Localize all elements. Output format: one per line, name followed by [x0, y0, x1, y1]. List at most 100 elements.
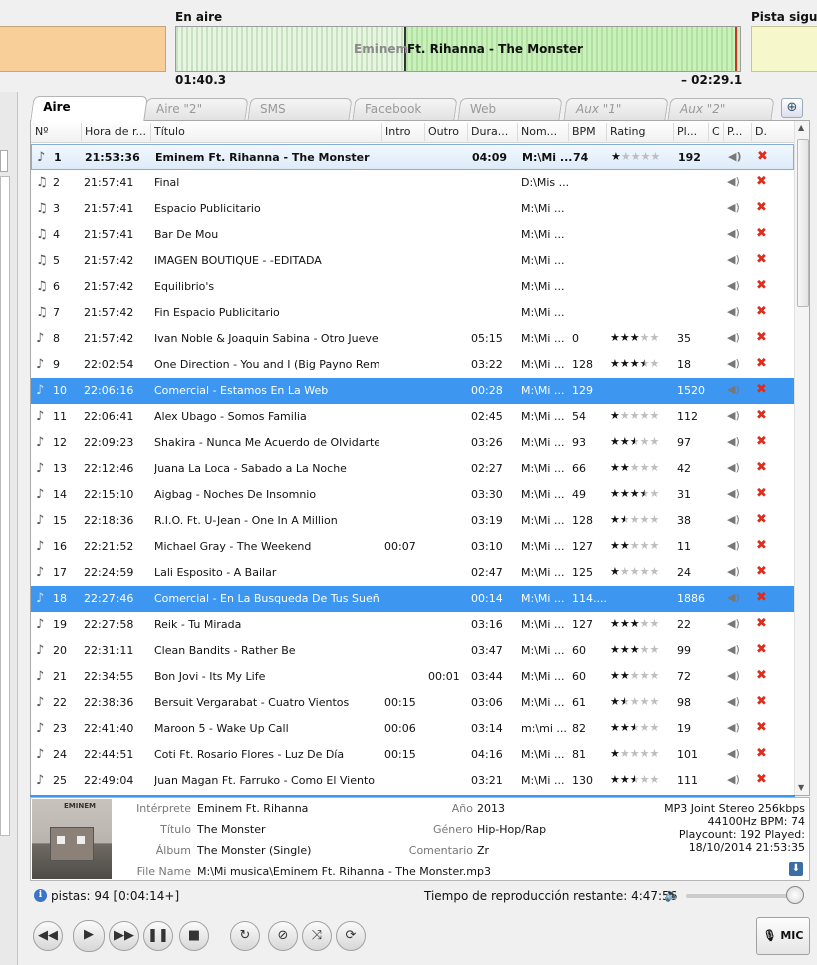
- tab-4[interactable]: Web: [457, 98, 563, 120]
- column-separator[interactable]: [673, 123, 674, 141]
- delete-icon[interactable]: ✖: [756, 382, 767, 397]
- delete-icon[interactable]: ✖: [756, 200, 767, 215]
- column-separator[interactable]: [606, 123, 607, 141]
- delete-icon[interactable]: ✖: [756, 356, 767, 371]
- column-header[interactable]: D.: [755, 125, 767, 138]
- fast-forward-button[interactable]: ▶▶: [109, 921, 139, 951]
- tab-3[interactable]: Facebook: [352, 98, 458, 120]
- delete-icon[interactable]: ✖: [756, 694, 767, 709]
- volume-icon[interactable]: 🔈: [664, 888, 680, 903]
- preview-speaker-icon[interactable]: ◀): [727, 175, 740, 188]
- vertical-scrollbar[interactable]: ▲ ▼: [794, 121, 809, 795]
- delete-icon[interactable]: ✖: [756, 746, 767, 761]
- table-row[interactable]: ♫ 7 21:57:42 Fin Espacio Publicitario M:\Mi …: [31, 300, 794, 326]
- delete-icon[interactable]: ✖: [756, 226, 767, 241]
- preview-speaker-icon[interactable]: ◀): [727, 409, 740, 422]
- tab-5[interactable]: Aux "1": [563, 98, 669, 120]
- delete-icon[interactable]: ✖: [756, 408, 767, 423]
- table-row[interactable]: ♪ 15 22:18:36 R.I.O. Ft. U-Jean - One In A …: [31, 508, 794, 534]
- rating-stars[interactable]: ★★★★★: [610, 513, 659, 526]
- delete-icon[interactable]: ✖: [756, 252, 767, 267]
- column-header[interactable]: Outro: [428, 125, 459, 138]
- preview-speaker-icon[interactable]: ◀): [727, 487, 740, 500]
- table-row[interactable]: ♫ 3 21:57:41 Espacio Publicitario M:\Mi ... ◀…: [31, 196, 794, 222]
- table-row[interactable]: ♪ 19 22:27:58 Reik - Tu Mirada 03:16 M:\Mi ..…: [31, 612, 794, 638]
- rating-stars[interactable]: ★★★★★: [610, 773, 659, 786]
- rating-stars[interactable]: ★★★★★: [611, 150, 660, 163]
- delete-icon[interactable]: ✖: [756, 486, 767, 501]
- rating-stars[interactable]: ★★★★★: [610, 669, 659, 682]
- next-track-block[interactable]: [751, 26, 817, 72]
- mic-button[interactable]: 🎙 MIC: [756, 917, 810, 955]
- preview-speaker-icon[interactable]: ◀): [727, 617, 740, 630]
- column-separator[interactable]: [424, 123, 425, 141]
- tab-1[interactable]: Aire "2": [143, 98, 249, 120]
- rating-stars[interactable]: ★★★★★: [610, 357, 659, 370]
- delete-icon[interactable]: ✖: [756, 174, 767, 189]
- preview-speaker-icon[interactable]: ◀): [727, 539, 740, 552]
- preview-speaker-icon[interactable]: ◀): [727, 331, 740, 344]
- table-row[interactable]: ♫ 5 21:57:42 IMAGEN BOUTIQUE - -EDITADA M:\M…: [31, 248, 794, 274]
- table-row[interactable]: ♪ 25 22:49:04 Juan Magan Ft. Farruko - Como…: [31, 768, 794, 794]
- column-header[interactable]: Nom...: [521, 125, 557, 138]
- delete-icon[interactable]: ✖: [756, 460, 767, 475]
- preview-speaker-icon[interactable]: ◀): [727, 357, 740, 370]
- column-header[interactable]: Dura...: [471, 125, 508, 138]
- table-row[interactable]: ♪ 8 21:57:42 Ivan Noble & Joaquin Sabina - …: [31, 326, 794, 352]
- preview-speaker-icon[interactable]: ◀): [727, 253, 740, 266]
- column-header[interactable]: Nº: [35, 125, 48, 138]
- preview-speaker-icon[interactable]: ◀): [727, 279, 740, 292]
- table-row[interactable]: ♪ 10 22:06:16 Comercial - Estamos En La Web…: [31, 378, 794, 404]
- waveform-display[interactable]: Eminem Ft. Rihanna - The Monster: [175, 26, 741, 72]
- table-row[interactable]: ♪ 12 22:09:23 Shakira - Nunca Me Acuerdo de…: [31, 430, 794, 456]
- table-row[interactable]: ♫ 6 21:57:42 Equilibrio's M:\Mi ... ◀) ✖: [31, 274, 794, 300]
- column-header[interactable]: Título: [154, 125, 185, 138]
- delete-icon[interactable]: ✖: [756, 720, 767, 735]
- delete-icon[interactable]: ✖: [756, 642, 767, 657]
- delete-icon[interactable]: ✖: [756, 434, 767, 449]
- tab-0[interactable]: Aire: [30, 96, 148, 121]
- scroll-thumb[interactable]: [797, 139, 809, 307]
- rating-stars[interactable]: ★★★★★: [610, 409, 659, 422]
- preview-speaker-icon[interactable]: ◀): [727, 513, 740, 526]
- preview-speaker-icon[interactable]: ◀): [727, 773, 740, 786]
- column-header[interactable]: C: [712, 125, 720, 138]
- left-panel-button[interactable]: [0, 150, 8, 172]
- delete-icon[interactable]: ✖: [756, 564, 767, 579]
- scroll-down-icon[interactable]: ▼: [798, 783, 804, 792]
- column-header[interactable]: Rating: [610, 125, 645, 138]
- table-row[interactable]: ♪ 1 21:53:36 Eminem Ft. Rihanna - The Monst…: [31, 144, 794, 170]
- repeat-button[interactable]: ⟳: [336, 921, 366, 951]
- preview-speaker-icon[interactable]: ◀): [727, 461, 740, 474]
- column-header[interactable]: Pl...: [677, 125, 697, 138]
- column-separator[interactable]: [723, 123, 724, 141]
- preview-speaker-icon[interactable]: ◀): [727, 435, 740, 448]
- table-row[interactable]: ♪ 11 22:06:41 Alex Ubago - Somos Familia 02:…: [31, 404, 794, 430]
- column-separator[interactable]: [150, 123, 151, 141]
- rating-stars[interactable]: ★★★★★: [610, 565, 659, 578]
- delete-icon[interactable]: ✖: [756, 538, 767, 553]
- download-icon[interactable]: ⬇: [789, 862, 803, 876]
- rating-stars[interactable]: ★★★★★: [610, 435, 659, 448]
- table-row[interactable]: ♪ 13 22:12:46 Juana La Loca - Sabado a La N…: [31, 456, 794, 482]
- column-header[interactable]: P...: [727, 125, 742, 138]
- tab-6[interactable]: Aux "2": [667, 98, 775, 120]
- delete-icon[interactable]: ✖: [756, 668, 767, 683]
- table-row[interactable]: ♪ 20 22:31:11 Clean Bandits - Rather Be 03:4…: [31, 638, 794, 664]
- rating-stars[interactable]: ★★★★★: [610, 487, 659, 500]
- preview-speaker-icon[interactable]: ◀): [727, 695, 740, 708]
- table-row[interactable]: ♪ 9 22:02:54 One Direction - You and I (Big…: [31, 352, 794, 378]
- preview-speaker-icon[interactable]: ◀): [727, 227, 740, 240]
- preview-speaker-icon[interactable]: ◀): [728, 150, 742, 163]
- table-row[interactable]: ♪ 24 22:44:51 Coti Ft. Rosario Flores - Luz…: [31, 742, 794, 768]
- rating-stars[interactable]: ★★★★★: [610, 721, 659, 734]
- table-row[interactable]: ♪ 14 22:15:10 Aigbag - Noches De Insomnio 03…: [31, 482, 794, 508]
- preview-speaker-icon[interactable]: ◀): [727, 721, 740, 734]
- preview-speaker-icon[interactable]: ◀): [727, 591, 740, 604]
- tab-2[interactable]: SMS: [247, 98, 353, 120]
- rating-stars[interactable]: ★★★★★: [610, 617, 659, 630]
- delete-icon[interactable]: ✖: [756, 330, 767, 345]
- rating-stars[interactable]: ★★★★★: [610, 747, 659, 760]
- rating-stars[interactable]: ★★★★★: [610, 695, 659, 708]
- table-row[interactable]: ♪ 23 22:41:40 Maroon 5 - Wake Up Call 00:06 0…: [31, 716, 794, 742]
